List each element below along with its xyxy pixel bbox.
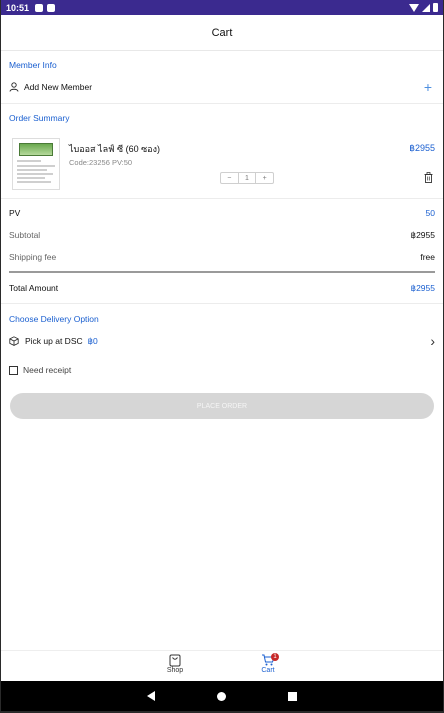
total-divider [9,271,435,273]
status-time: 10:51 [6,2,30,13]
back-icon[interactable] [147,691,155,701]
nav-cart-label: Cart [261,667,275,674]
total-label: Total Amount [9,283,59,293]
total-value: ฿2955 [410,282,435,293]
notification-icon [35,3,44,12]
shipping-label: Shipping fee [9,252,57,262]
wifi-icon [409,3,419,12]
need-receipt-label: Need receipt [23,365,72,375]
recent-apps-icon[interactable] [288,691,297,701]
product-name: ไบออส ไลฟ์ ซี (60 ซอง) [69,144,160,154]
person-icon [9,82,19,92]
order-summary-title: Order Summary [9,113,70,123]
quantity-stepper: − 1 + [220,172,274,184]
pv-label: PV [9,208,21,218]
divider [1,303,443,304]
nav-shop[interactable]: Shop [145,653,205,674]
delivery-option-title: Choose Delivery Option [9,314,99,324]
product-code: Code:23256 PV:50 [69,158,133,167]
nav-shop-label: Shop [166,667,184,674]
notification-icon [47,3,56,12]
pv-value: 50 [425,208,435,218]
divider [1,103,443,104]
need-receipt-row[interactable]: Need receipt [1,364,443,376]
page-title: Cart [211,26,233,39]
product-image [12,138,60,190]
place-order-button[interactable]: PLACE ORDER [10,393,434,419]
subtotal-value: ฿2955 [410,229,435,240]
shipping-row: Shipping fee free [1,249,443,265]
app-bar: Cart [1,15,443,51]
signal-icon [422,3,430,12]
app-screen: 10:51 Cart Member Info Add New Member + … [1,0,443,711]
product-price: ฿2955 [409,143,435,153]
shopping-bag-icon [169,654,181,667]
nav-cart[interactable]: Cart 1 [238,653,298,674]
bottom-navigation: Shop Cart 1 [1,650,443,681]
battery-icon [433,3,438,12]
add-member-label: Add New Member [24,82,93,92]
pickup-label: Pick up at DSC [25,336,83,346]
status-bar: 10:51 [1,0,443,15]
pickup-price: ฿0 [87,335,98,346]
subtotal-label: Subtotal [9,230,41,240]
pv-row: PV 50 [1,205,443,221]
trash-icon[interactable] [424,172,433,183]
add-member-plus-icon[interactable]: + [421,80,435,94]
system-navigation-bar [1,681,443,711]
pickup-option-row[interactable]: Pick up at DSC ฿0 › [1,333,443,349]
increase-quantity-button[interactable]: + [256,173,273,183]
quantity-value[interactable]: 1 [237,173,257,183]
total-row: Total Amount ฿2955 [1,280,443,296]
status-indicators [409,3,438,12]
cart-item: ไบออส ไลฟ์ ซี (60 ซอง) Code:23256 PV:50 … [9,138,435,192]
home-icon[interactable] [217,691,226,701]
subtotal-row: Subtotal ฿2955 [1,227,443,243]
member-info-title: Member Info [9,60,57,70]
chevron-right-icon[interactable]: › [430,333,435,349]
divider [1,198,443,199]
decrease-quantity-button[interactable]: − [221,173,238,183]
add-member-row[interactable]: Add New Member + [1,78,443,96]
package-icon [9,336,19,346]
device-frame: 10:51 Cart Member Info Add New Member + … [0,0,444,713]
cart-count-badge: 1 [271,653,279,661]
shipping-value: free [420,252,435,262]
need-receipt-checkbox[interactable] [9,365,18,375]
